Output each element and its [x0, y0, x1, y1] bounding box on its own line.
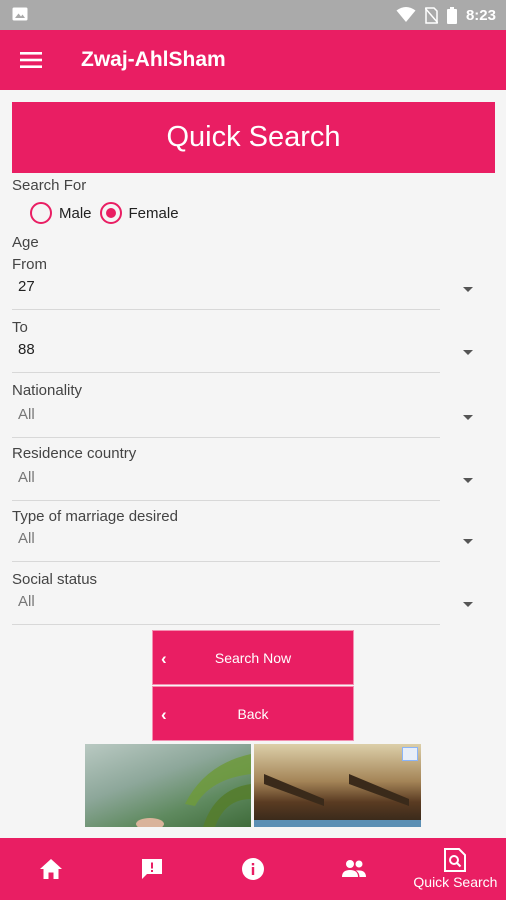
info-icon	[242, 858, 264, 880]
nationality-label: Nationality	[12, 382, 83, 399]
no-sim-icon	[424, 6, 438, 24]
status-bar: 8:23	[0, 0, 506, 30]
dropdown-arrow-icon	[463, 287, 473, 292]
marriage-type-dropdown[interactable]: All	[12, 522, 482, 562]
dropdown-arrow-icon	[463, 539, 473, 544]
residence-dropdown[interactable]: All	[12, 461, 482, 501]
palm-leaf-image	[136, 754, 251, 827]
divider	[12, 309, 440, 310]
age-to-dropdown[interactable]: 88	[12, 333, 482, 373]
status-time: 8:23	[465, 6, 496, 24]
image-notification-icon	[12, 7, 28, 21]
nav-home[interactable]	[0, 838, 101, 900]
radio-female-label: Female	[128, 204, 179, 222]
app-title: Zwaj-AhlSham	[81, 48, 226, 71]
gender-radio-group: Male Female	[30, 202, 187, 224]
dropdown-arrow-icon	[463, 350, 473, 355]
residence-value: All	[18, 469, 35, 486]
search-now-label: Search Now	[214, 649, 292, 666]
page-title-banner: Quick Search	[12, 102, 495, 173]
age-label: Age	[12, 234, 39, 251]
lounge-chairs-image	[254, 774, 421, 827]
divider	[12, 437, 440, 438]
back-label: Back	[237, 705, 269, 722]
age-to-value: 88	[18, 341, 35, 358]
divider	[12, 561, 440, 562]
people-icon	[342, 860, 367, 877]
divider	[12, 624, 440, 625]
page-title: Quick Search	[166, 121, 341, 153]
radio-female-button[interactable]	[99, 202, 122, 224]
nav-quick-search[interactable]: Quick Search	[405, 838, 506, 900]
nav-info[interactable]	[202, 838, 303, 900]
ad-banner[interactable]	[85, 744, 421, 827]
radio-male-label: Male	[59, 204, 92, 222]
home-icon	[39, 859, 62, 879]
ad-choices-icon[interactable]	[402, 747, 418, 761]
divider	[12, 372, 440, 373]
radio-male-button[interactable]	[30, 202, 52, 224]
search-for-label: Search For	[12, 177, 87, 194]
wifi-icon	[396, 7, 416, 22]
bottom-navigation: Quick Search	[0, 838, 506, 900]
dropdown-arrow-icon	[463, 478, 473, 483]
dropdown-arrow-icon	[463, 415, 473, 420]
battery-icon	[446, 6, 457, 24]
quick-search-icon	[444, 848, 467, 872]
nav-quick-search-label: Quick Search	[413, 874, 498, 890]
menu-button[interactable]	[14, 44, 48, 76]
dropdown-arrow-icon	[463, 602, 473, 607]
chevron-left-icon: ‹	[161, 705, 167, 724]
age-from-value: 27	[18, 278, 35, 295]
ad-image-palm-resort[interactable]	[85, 744, 251, 827]
nav-feedback[interactable]	[101, 838, 202, 900]
search-now-button[interactable]: ‹ Search Now	[152, 630, 354, 685]
chevron-left-icon: ‹	[161, 649, 167, 668]
ad-image-lounge-chairs[interactable]	[254, 744, 421, 827]
hamburger-menu-icon	[20, 52, 42, 68]
social-status-value: All	[18, 593, 35, 610]
nationality-value: All	[18, 406, 35, 423]
residence-label: Residence country	[12, 445, 137, 462]
back-button[interactable]: ‹ Back	[152, 686, 354, 741]
nationality-dropdown[interactable]: All	[12, 398, 482, 438]
radio-female[interactable]: Female	[99, 202, 179, 224]
divider	[12, 500, 440, 501]
feedback-icon	[141, 859, 162, 879]
social-status-dropdown[interactable]: All	[12, 585, 482, 625]
app-bar: Zwaj-AhlSham	[0, 30, 506, 90]
nav-people[interactable]	[304, 838, 405, 900]
marriage-type-value: All	[18, 530, 35, 547]
age-from-dropdown[interactable]: 27	[12, 270, 482, 310]
radio-male[interactable]: Male	[30, 202, 92, 224]
